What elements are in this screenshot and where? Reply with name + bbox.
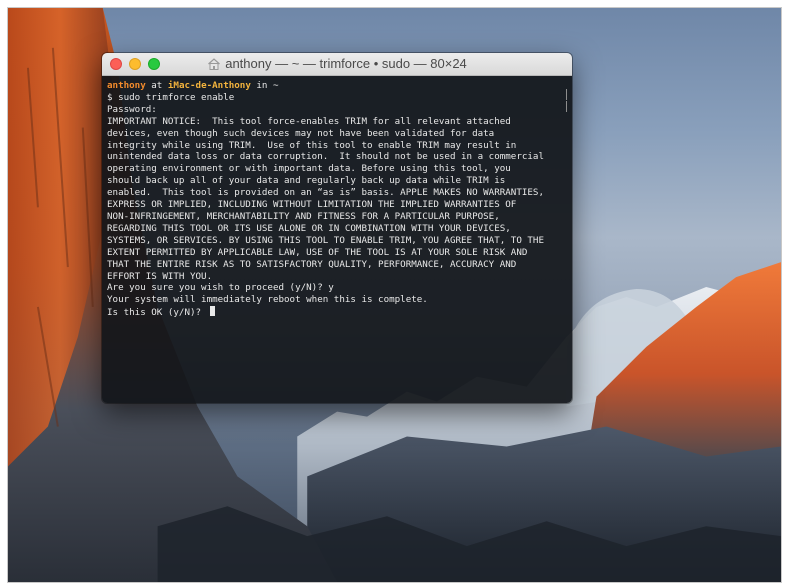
terminal-line: REGARDING THIS TOOL OR ITS USE ALONE OR … xyxy=(107,222,511,234)
prompt-dir: ~ xyxy=(273,80,279,91)
prompt-in: in xyxy=(250,80,273,91)
terminal-line: Your system will immediately reboot when… xyxy=(107,294,428,306)
current-input-line: Is this OK (y/N)? xyxy=(107,306,567,319)
terminal-output[interactable]: anthony at iMac-de-Anthony in ~ $ sudo tr… xyxy=(102,76,572,403)
terminal-line: $ sudo trimforce enable xyxy=(107,91,235,103)
terminal-line: should back up all of your data and regu… xyxy=(107,175,506,187)
terminal-line: Password: xyxy=(107,103,157,115)
terminal-line: THAT THE ENTIRE RISK AS TO SATISFACTORY … xyxy=(107,258,517,270)
terminal-line: Are you sure you wish to proceed (y/N)? … xyxy=(107,282,334,294)
terminal-line: devices, even though such devices may no… xyxy=(107,127,495,139)
terminal-cursor xyxy=(209,306,215,317)
prompt-host: iMac-de-Anthony xyxy=(167,80,251,91)
terminal-line: SYSTEMS, OR SERVICES. BY USING THIS TOOL… xyxy=(107,234,544,246)
terminal-line: IMPORTANT NOTICE: This tool force-enable… xyxy=(107,115,511,127)
scroll-marker xyxy=(566,101,567,112)
prompt-at: at xyxy=(145,80,168,91)
home-folder-icon xyxy=(208,57,221,70)
window-title: anthony — ~ — trimforce • sudo — 80×24 xyxy=(102,56,572,71)
terminal-line: enabled. This tool is provided on an “as… xyxy=(107,187,544,199)
terminal-line: EXPRESS OR IMPLIED, INCLUDING WITHOUT LI… xyxy=(107,199,517,211)
terminal-line: NON-INFRINGEMENT, MERCHANTABILITY AND FI… xyxy=(107,210,500,222)
window-title-text: anthony — ~ — trimforce • sudo — 80×24 xyxy=(225,56,467,71)
prompt-user: anthony xyxy=(107,80,146,91)
terminal-line: EXTENT PERMITTED BY APPLICABLE LAW, USE … xyxy=(107,246,528,258)
prompt-line: anthony at iMac-de-Anthony in ~ xyxy=(107,80,567,92)
screenshot-frame: anthony — ~ — trimforce • sudo — 80×24 a… xyxy=(7,7,782,583)
terminal-titlebar[interactable]: anthony — ~ — trimforce • sudo — 80×24 xyxy=(102,53,572,76)
terminal-line: operating environment or with important … xyxy=(107,163,511,175)
terminal-line: integrity while using TRIM. Use of this … xyxy=(107,139,517,151)
terminal-line: unintended data loss or data corruption.… xyxy=(107,151,544,163)
scroll-marker xyxy=(566,89,567,100)
terminal-line: Is this OK (y/N)? xyxy=(107,307,207,319)
terminal-line: EFFORT IS WITH YOU. xyxy=(107,270,213,282)
terminal-window[interactable]: anthony — ~ — trimforce • sudo — 80×24 a… xyxy=(102,53,572,403)
